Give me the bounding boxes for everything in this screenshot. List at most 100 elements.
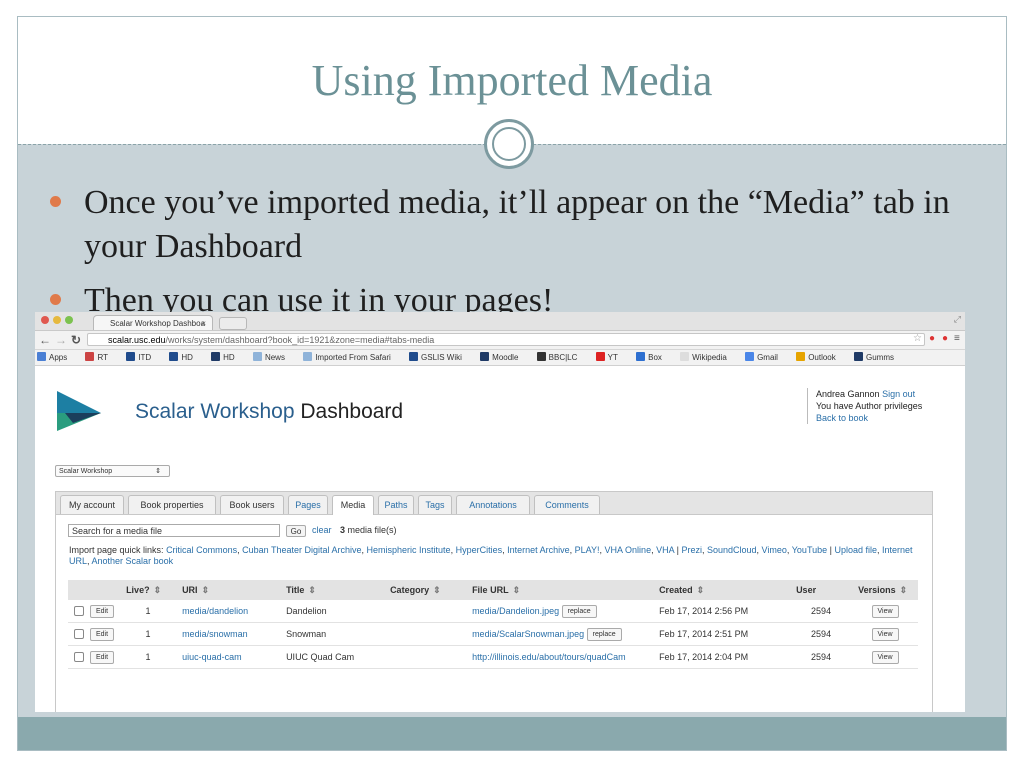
tab-comments[interactable]: Comments bbox=[534, 495, 600, 514]
view-button[interactable]: View bbox=[871, 604, 899, 618]
quick-link[interactable]: Cuban Theater Digital Archive bbox=[242, 545, 361, 555]
fullscreen-icon[interactable]: ⤢ bbox=[954, 314, 961, 325]
sort-icon[interactable]: ⇕ bbox=[433, 585, 441, 595]
bookmark-item[interactable]: Imported From Safari bbox=[303, 352, 399, 362]
tab-annotations[interactable]: Annotations bbox=[456, 495, 530, 514]
back-icon[interactable]: ← bbox=[39, 333, 51, 347]
back-to-book-link[interactable]: Back to book bbox=[816, 413, 868, 423]
edit-button[interactable]: Edit bbox=[90, 604, 115, 618]
opera-icon[interactable]: ● bbox=[929, 333, 935, 344]
quick-link[interactable]: Vimeo bbox=[762, 545, 787, 555]
tab-book-properties[interactable]: Book properties bbox=[128, 495, 216, 514]
tab-media[interactable]: Media bbox=[332, 495, 374, 515]
column-header-live[interactable]: Live? ⇕ bbox=[120, 580, 177, 600]
replace-button[interactable]: replace bbox=[561, 604, 597, 618]
column-header-uri[interactable]: URI ⇕ bbox=[176, 580, 281, 600]
title-cell: UIUC Quad Cam bbox=[280, 645, 385, 669]
column-header-created[interactable]: Created ⇕ bbox=[653, 580, 791, 600]
column-header-user[interactable]: User bbox=[790, 580, 853, 600]
media-table: Live? ⇕ URI ⇕ Title ⇕ Category ⇕ File URL ⇕ C… bbox=[68, 580, 918, 669]
bookmark-item[interactable]: Outlook bbox=[796, 352, 844, 362]
tab-paths[interactable]: Paths bbox=[378, 495, 414, 514]
gumms-icon bbox=[854, 352, 863, 361]
row-checkbox[interactable] bbox=[74, 629, 84, 639]
address-bar-row: ← → ↻ scalar.usc.edu/works/system/dashbo… bbox=[35, 331, 965, 350]
quick-link[interactable]: VHA bbox=[656, 545, 674, 555]
star-icon[interactable]: ☆ bbox=[913, 333, 922, 344]
quick-link[interactable]: PLAY! bbox=[575, 545, 600, 555]
row-checkbox[interactable] bbox=[74, 606, 84, 616]
sort-icon[interactable]: ⇕ bbox=[697, 585, 705, 595]
book-select[interactable]: Scalar Workshop ⇕ bbox=[55, 465, 170, 477]
sign-out-link[interactable]: Sign out bbox=[882, 389, 915, 399]
uri-link[interactable]: uiuc-quad-cam bbox=[182, 652, 242, 662]
column-header-versions[interactable]: Versions ⇕ bbox=[852, 580, 918, 600]
quick-link[interactable]: VHA Online bbox=[605, 545, 652, 555]
zoom-window-icon[interactable] bbox=[65, 316, 73, 324]
quick-link[interactable]: Upload file bbox=[834, 545, 877, 555]
bookmark-item[interactable]: RT bbox=[85, 352, 116, 362]
bookmark-item[interactable]: BBC|LC bbox=[536, 352, 586, 362]
bookmark-item[interactable]: HD bbox=[211, 352, 243, 362]
browser-titlebar: Scalar Workshop Dashboa × ⤢ bbox=[35, 312, 965, 331]
row-checkbox[interactable] bbox=[74, 652, 84, 662]
view-button[interactable]: View bbox=[871, 627, 899, 641]
bookmark-item[interactable]: Box bbox=[636, 352, 670, 362]
media-search-input[interactable]: Search for a media file bbox=[68, 524, 280, 537]
minimize-window-icon[interactable] bbox=[53, 316, 61, 324]
bookmark-item[interactable]: ITD bbox=[126, 352, 159, 362]
close-window-icon[interactable] bbox=[41, 316, 49, 324]
quick-link[interactable]: Another Scalar book bbox=[92, 556, 174, 566]
replace-button[interactable]: replace bbox=[586, 627, 622, 641]
bookmark-item[interactable]: Gumms bbox=[854, 352, 902, 362]
quick-link[interactable]: HyperCities bbox=[456, 545, 503, 555]
sort-icon[interactable]: ⇕ bbox=[154, 585, 162, 595]
menu-icon[interactable]: ≡ bbox=[954, 333, 960, 344]
bookmark-item[interactable]: Moodle bbox=[480, 352, 526, 362]
close-tab-icon[interactable]: × bbox=[201, 316, 206, 330]
bullet-dot-icon bbox=[50, 294, 61, 305]
new-tab-button[interactable] bbox=[219, 317, 247, 330]
column-header-title[interactable]: Title ⇕ bbox=[280, 580, 385, 600]
forward-icon[interactable]: → bbox=[55, 333, 67, 347]
sort-icon[interactable]: ⇕ bbox=[513, 585, 521, 595]
quick-link[interactable]: SoundCloud bbox=[707, 545, 757, 555]
adblock-icon[interactable]: ● bbox=[942, 333, 948, 344]
quick-link[interactable]: YouTube bbox=[792, 545, 827, 555]
edit-button[interactable]: Edit bbox=[90, 650, 115, 664]
quick-link[interactable]: Prezi bbox=[681, 545, 702, 555]
sort-icon[interactable]: ⇕ bbox=[900, 585, 908, 595]
sort-icon[interactable]: ⇕ bbox=[202, 585, 210, 595]
select-column-header bbox=[68, 580, 121, 600]
quick-link[interactable]: Hemispheric Institute bbox=[367, 545, 451, 555]
uri-link[interactable]: media/dandelion bbox=[182, 606, 248, 616]
sort-icon[interactable]: ⇕ bbox=[308, 585, 316, 595]
tab-my-account[interactable]: My account bbox=[60, 495, 124, 514]
bookmark-item[interactable]: Wikipedia bbox=[680, 352, 735, 362]
browser-tab[interactable]: Scalar Workshop Dashboa × bbox=[93, 315, 213, 330]
bookmark-item[interactable]: Gmail bbox=[745, 352, 786, 362]
file-url-link[interactable]: media/ScalarSnowman.jpeg bbox=[472, 628, 584, 638]
tab-tags[interactable]: Tags bbox=[418, 495, 452, 514]
bookmark-item[interactable]: YT bbox=[595, 352, 626, 362]
column-header-file-url[interactable]: File URL ⇕ bbox=[466, 580, 654, 600]
bookmark-apps[interactable]: Apps bbox=[37, 352, 75, 362]
uri-link[interactable]: media/snowman bbox=[182, 629, 248, 639]
bookmark-item[interactable]: HD bbox=[169, 352, 201, 362]
user-name: Andrea Gannon bbox=[816, 389, 880, 399]
quick-link[interactable]: Critical Commons bbox=[166, 545, 237, 555]
tab-pages[interactable]: Pages bbox=[288, 495, 328, 514]
clear-link[interactable]: clear bbox=[312, 525, 332, 535]
column-header-category[interactable]: Category ⇕ bbox=[384, 580, 467, 600]
edit-button[interactable]: Edit bbox=[90, 627, 115, 641]
file-url-link[interactable]: media/Dandelion.jpeg bbox=[472, 605, 559, 615]
tab-book-users[interactable]: Book users bbox=[220, 495, 284, 514]
url-input[interactable]: scalar.usc.edu/works/system/dashboard?bo… bbox=[87, 333, 925, 346]
reload-icon[interactable]: ↻ bbox=[71, 333, 81, 347]
go-button[interactable]: Go bbox=[286, 525, 306, 537]
bookmark-item[interactable]: News bbox=[252, 352, 293, 362]
bookmark-item[interactable]: GSLIS Wiki bbox=[409, 352, 470, 362]
quick-link[interactable]: Internet Archive bbox=[507, 545, 570, 555]
view-button[interactable]: View bbox=[871, 650, 899, 664]
file-url-link[interactable]: http://illinois.edu/about/tours/quadCam bbox=[472, 652, 626, 662]
